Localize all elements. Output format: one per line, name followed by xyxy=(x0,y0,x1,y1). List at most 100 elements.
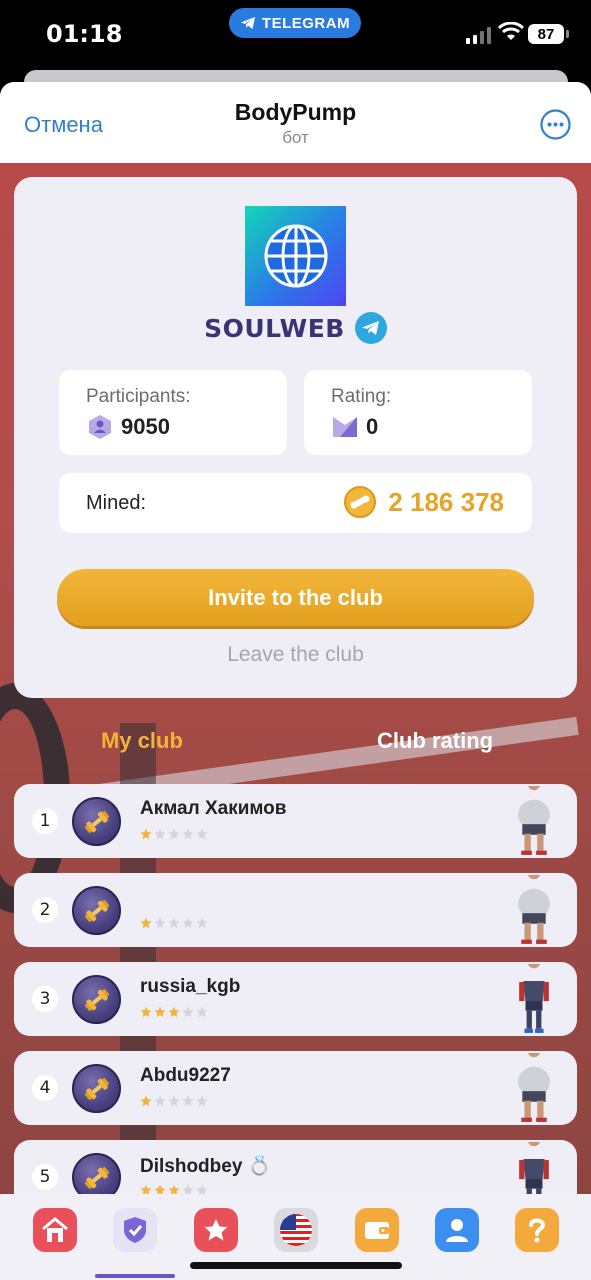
mined-box: Mined: 2 186 378 xyxy=(59,473,532,533)
star-empty-icon xyxy=(182,828,194,840)
member-rank: 5 xyxy=(32,1164,58,1190)
star-icon xyxy=(204,1219,228,1241)
star-filled-icon xyxy=(140,1006,152,1018)
member-rank: 4 xyxy=(32,1075,58,1101)
dumbbell-icon xyxy=(84,899,109,922)
member-stars xyxy=(140,1006,208,1018)
star-filled-icon xyxy=(168,1006,180,1018)
member-name: Акмал Хакимов xyxy=(140,798,287,819)
member-rank: 3 xyxy=(32,986,58,1012)
wifi-icon xyxy=(498,22,524,40)
home-indicator xyxy=(190,1262,402,1269)
tab-my-club[interactable]: My club xyxy=(101,728,183,754)
member-row[interactable]: 3 russia_kgb xyxy=(14,962,577,1036)
app-content: SOULWEB Participants: 9050 Rating: 0 Min… xyxy=(0,163,591,1194)
member-row[interactable]: 1 Акмал Хакимов xyxy=(14,784,577,858)
telegram-pill-label: TELEGRAM xyxy=(261,14,351,32)
member-name: Abdu9227 xyxy=(140,1065,231,1086)
home-icon xyxy=(42,1217,68,1242)
star-empty-icon xyxy=(182,917,194,929)
dumbbell-icon xyxy=(84,1077,109,1100)
club-card: SOULWEB Participants: 9050 Rating: 0 Min… xyxy=(14,177,577,698)
member-stars xyxy=(140,1095,208,1107)
profile-icon xyxy=(446,1219,468,1242)
heavy-athlete-avatar xyxy=(518,1053,550,1122)
club-logo xyxy=(245,206,346,306)
more-options-icon[interactable] xyxy=(540,109,571,140)
rating-box: Rating: 0 xyxy=(304,370,532,455)
member-row[interactable]: 4 Abdu9227 xyxy=(14,1051,577,1125)
star-empty-icon xyxy=(154,828,166,840)
nav-help[interactable] xyxy=(515,1208,559,1252)
heavy-athlete-avatar xyxy=(518,786,550,855)
star-filled-icon xyxy=(140,1095,152,1107)
globe-icon xyxy=(264,224,327,288)
signal-icon xyxy=(466,26,491,44)
member-badge xyxy=(72,1153,121,1194)
participants-label: Participants: xyxy=(86,386,191,407)
battery-indicator: 87 xyxy=(528,24,569,44)
bot-subtitle: бот xyxy=(282,128,309,147)
member-badge xyxy=(72,1064,121,1113)
star-empty-icon xyxy=(168,1095,180,1107)
user-hexagon-icon xyxy=(89,415,111,439)
dumbbell-icon xyxy=(84,810,109,833)
rating-label: Rating: xyxy=(331,386,392,407)
star-empty-icon xyxy=(196,828,208,840)
club-tabs: My club Club rating xyxy=(0,726,591,756)
club-name-row: SOULWEB xyxy=(14,312,577,344)
star-filled-icon xyxy=(140,828,152,840)
telegram-link-icon[interactable] xyxy=(354,312,387,344)
star-filled-icon xyxy=(168,1184,180,1194)
nav-club[interactable] xyxy=(113,1208,157,1252)
nav-wallet[interactable] xyxy=(355,1208,399,1252)
fit-athlete-avatar xyxy=(519,964,549,1033)
star-empty-icon xyxy=(168,828,180,840)
dumbbell-icon xyxy=(84,988,109,1011)
star-empty-icon xyxy=(168,917,180,929)
rating-value: 0 xyxy=(366,414,379,439)
fit-athlete-avatar xyxy=(519,1142,549,1194)
star-empty-icon xyxy=(196,1095,208,1107)
participants-box: Participants: 9050 xyxy=(59,370,287,455)
member-stars xyxy=(140,917,208,929)
telegram-pill[interactable]: TELEGRAM xyxy=(229,8,361,38)
star-empty-icon xyxy=(182,1184,194,1194)
star-empty-icon xyxy=(196,1006,208,1018)
star-empty-icon xyxy=(196,917,208,929)
mined-value: 2 186 378 xyxy=(388,486,504,517)
telegram-icon xyxy=(240,17,255,29)
member-row[interactable]: 2 xyxy=(14,873,577,947)
club-name: SOULWEB xyxy=(204,313,345,343)
invite-button[interactable]: Invite to the club xyxy=(57,569,534,626)
coin-icon xyxy=(344,486,377,518)
member-badge xyxy=(72,975,121,1024)
mined-label: Mined: xyxy=(86,492,147,514)
star-empty-icon xyxy=(182,1095,194,1107)
nav-home[interactable] xyxy=(33,1208,77,1252)
nav-rating[interactable] xyxy=(194,1208,238,1252)
tab-club-rating[interactable]: Club rating xyxy=(377,728,493,754)
help-icon xyxy=(529,1218,546,1243)
status-bar: 01:18 TELEGRAM 87 xyxy=(0,0,591,70)
member-name: Dilshodbey 💍 xyxy=(140,1156,272,1177)
star-empty-icon xyxy=(154,917,166,929)
heavy-athlete-avatar xyxy=(518,875,550,944)
participants-value: 9050 xyxy=(121,414,170,439)
member-badge xyxy=(72,886,121,935)
member-stars xyxy=(140,828,208,840)
leave-club-button[interactable]: Leave the club xyxy=(14,643,577,667)
star-filled-icon xyxy=(140,917,152,929)
member-rank: 1 xyxy=(32,808,58,834)
member-row[interactable]: 5 Dilshodbey 💍 xyxy=(14,1140,577,1194)
rating-icon xyxy=(333,417,357,437)
member-rank: 2 xyxy=(32,897,58,923)
member-badge xyxy=(72,797,121,846)
shield-icon xyxy=(124,1217,146,1243)
star-filled-icon xyxy=(154,1006,166,1018)
bot-title: BodyPump xyxy=(234,99,357,125)
nav-active-indicator xyxy=(95,1274,175,1278)
nav-language[interactable] xyxy=(274,1208,318,1252)
dumbbell-icon xyxy=(84,1166,109,1189)
nav-profile[interactable] xyxy=(435,1208,479,1252)
